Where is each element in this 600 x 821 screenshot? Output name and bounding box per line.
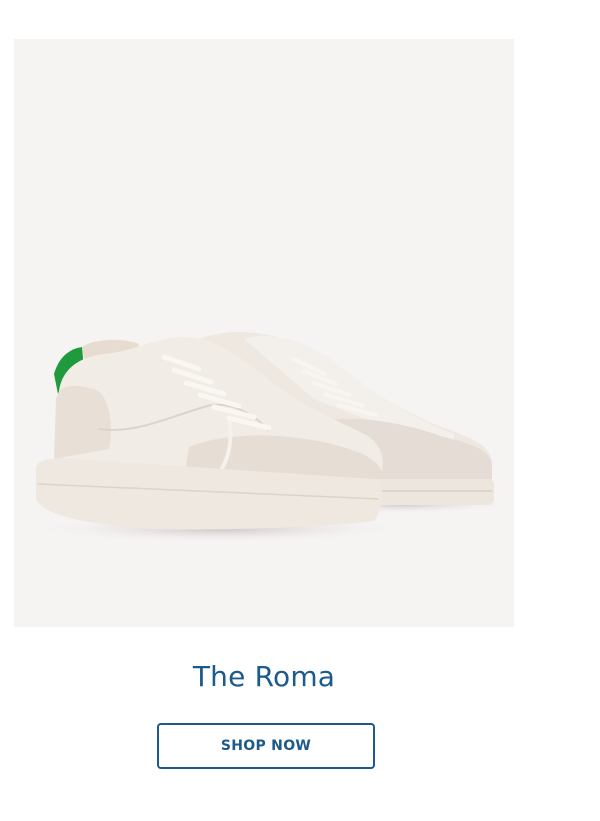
sneaker-pair-image [29, 332, 514, 543]
product-card[interactable]: The Roma SHOP NOW [14, 39, 514, 769]
product-title[interactable]: The Roma [14, 660, 514, 693]
product-image[interactable] [14, 39, 514, 627]
shop-now-button[interactable]: SHOP NOW [157, 723, 375, 769]
